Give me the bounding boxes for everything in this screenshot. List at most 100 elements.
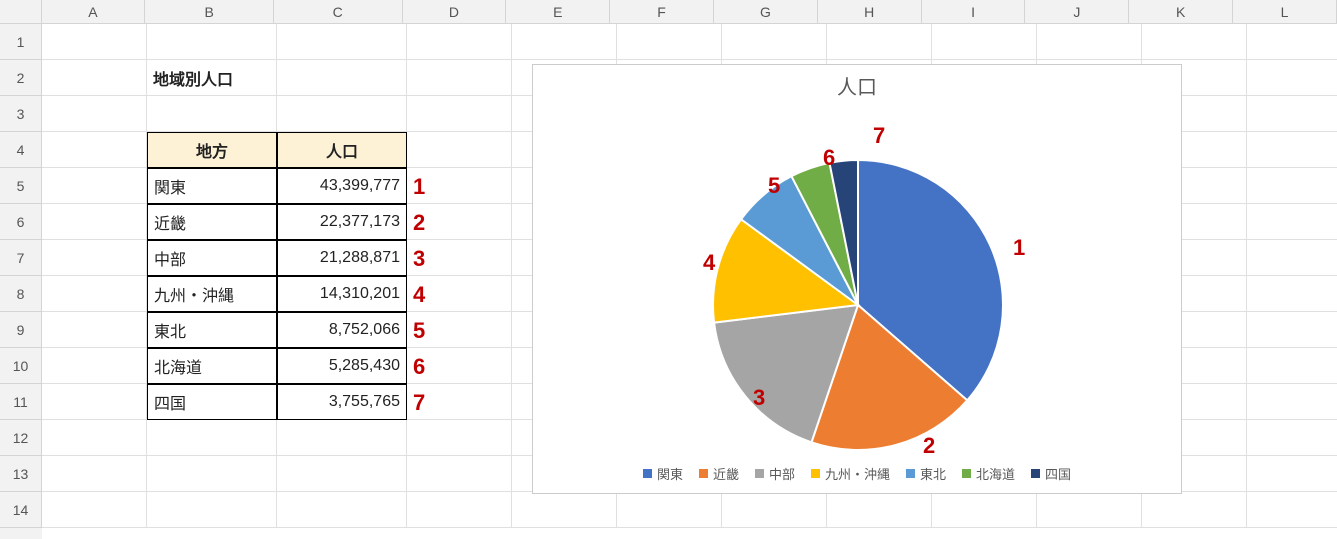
cell-L14[interactable] <box>1247 492 1337 528</box>
table-pop-0[interactable]: 43,399,777 <box>277 168 407 204</box>
pie-chart[interactable] <box>533 95 1183 485</box>
cell-C3[interactable] <box>277 96 407 132</box>
row-header-12[interactable]: 12 <box>0 420 42 456</box>
cell-F14[interactable] <box>617 492 722 528</box>
chart-frame[interactable]: 人口 関東近畿中部九州・沖縄東北北海道四国 1234567 <box>532 64 1182 494</box>
cell-D1[interactable] <box>407 24 512 60</box>
cell-A13[interactable] <box>42 456 147 492</box>
cell-A12[interactable] <box>42 420 147 456</box>
cell-B1[interactable] <box>147 24 277 60</box>
cell-B13[interactable] <box>147 456 277 492</box>
col-header-C[interactable]: C <box>274 0 403 24</box>
cell-A9[interactable] <box>42 312 147 348</box>
col-header-H[interactable]: H <box>818 0 922 24</box>
cell-A14[interactable] <box>42 492 147 528</box>
cell-B14[interactable] <box>147 492 277 528</box>
table-pop-3[interactable]: 14,310,201 <box>277 276 407 312</box>
col-header-I[interactable]: I <box>922 0 1026 24</box>
cell-L4[interactable] <box>1247 132 1337 168</box>
cell-L11[interactable] <box>1247 384 1337 420</box>
cell-C1[interactable] <box>277 24 407 60</box>
table-region-5[interactable]: 北海道 <box>147 348 277 384</box>
cell-K14[interactable] <box>1142 492 1247 528</box>
col-header-J[interactable]: J <box>1025 0 1129 24</box>
row-header-13[interactable]: 13 <box>0 456 42 492</box>
cell-C14[interactable] <box>277 492 407 528</box>
cell-L1[interactable] <box>1247 24 1337 60</box>
cell-L3[interactable] <box>1247 96 1337 132</box>
cell-E1[interactable] <box>512 24 617 60</box>
table-pop-6[interactable]: 3,755,765 <box>277 384 407 420</box>
cell-L10[interactable] <box>1247 348 1337 384</box>
cell-A4[interactable] <box>42 132 147 168</box>
select-all-corner[interactable] <box>0 0 42 24</box>
cell-C13[interactable] <box>277 456 407 492</box>
row-header-7[interactable]: 7 <box>0 240 42 276</box>
cell-C2[interactable] <box>277 60 407 96</box>
cell-C12[interactable] <box>277 420 407 456</box>
cell-A5[interactable] <box>42 168 147 204</box>
row-header-1[interactable]: 1 <box>0 24 42 60</box>
sheet-title[interactable]: 地域別人口 <box>147 60 277 96</box>
row-header-14[interactable]: 14 <box>0 492 42 528</box>
cell-L12[interactable] <box>1247 420 1337 456</box>
table-pop-2[interactable]: 21,288,871 <box>277 240 407 276</box>
col-header-F[interactable]: F <box>610 0 714 24</box>
cell-D13[interactable] <box>407 456 512 492</box>
cell-K1[interactable] <box>1142 24 1247 60</box>
table-region-0[interactable]: 関東 <box>147 168 277 204</box>
col-header-G[interactable]: G <box>714 0 818 24</box>
col-header-D[interactable]: D <box>403 0 507 24</box>
cell-H14[interactable] <box>827 492 932 528</box>
cell-J1[interactable] <box>1037 24 1142 60</box>
table-pop-5[interactable]: 5,285,430 <box>277 348 407 384</box>
cell-D12[interactable] <box>407 420 512 456</box>
table-head-region[interactable]: 地方 <box>147 132 277 168</box>
cell-A11[interactable] <box>42 384 147 420</box>
cell-E14[interactable] <box>512 492 617 528</box>
cell-D2[interactable] <box>407 60 512 96</box>
cell-L5[interactable] <box>1247 168 1337 204</box>
cell-H1[interactable] <box>827 24 932 60</box>
row-header-3[interactable]: 3 <box>0 96 42 132</box>
cell-G14[interactable] <box>722 492 827 528</box>
col-header-L[interactable]: L <box>1233 0 1337 24</box>
cell-D4[interactable] <box>407 132 512 168</box>
cell-L6[interactable] <box>1247 204 1337 240</box>
table-region-1[interactable]: 近畿 <box>147 204 277 240</box>
cell-A1[interactable] <box>42 24 147 60</box>
row-header-2[interactable]: 2 <box>0 60 42 96</box>
cell-L7[interactable] <box>1247 240 1337 276</box>
cell-L2[interactable] <box>1247 60 1337 96</box>
cell-A3[interactable] <box>42 96 147 132</box>
row-header-5[interactable]: 5 <box>0 168 42 204</box>
cell-B3[interactable] <box>147 96 277 132</box>
cell-L8[interactable] <box>1247 276 1337 312</box>
table-pop-4[interactable]: 8,752,066 <box>277 312 407 348</box>
col-header-E[interactable]: E <box>506 0 610 24</box>
table-region-4[interactable]: 東北 <box>147 312 277 348</box>
cell-A10[interactable] <box>42 348 147 384</box>
table-region-3[interactable]: 九州・沖縄 <box>147 276 277 312</box>
cell-L13[interactable] <box>1247 456 1337 492</box>
row-header-4[interactable]: 4 <box>0 132 42 168</box>
cell-A7[interactable] <box>42 240 147 276</box>
cell-J14[interactable] <box>1037 492 1142 528</box>
cell-I14[interactable] <box>932 492 1037 528</box>
cell-D3[interactable] <box>407 96 512 132</box>
row-header-10[interactable]: 10 <box>0 348 42 384</box>
cell-A6[interactable] <box>42 204 147 240</box>
row-header-6[interactable]: 6 <box>0 204 42 240</box>
table-region-6[interactable]: 四国 <box>147 384 277 420</box>
table-head-pop[interactable]: 人口 <box>277 132 407 168</box>
table-region-2[interactable]: 中部 <box>147 240 277 276</box>
col-header-A[interactable]: A <box>42 0 146 24</box>
row-header-11[interactable]: 11 <box>0 384 42 420</box>
cell-I1[interactable] <box>932 24 1037 60</box>
cell-L9[interactable] <box>1247 312 1337 348</box>
cell-A2[interactable] <box>42 60 147 96</box>
cell-F1[interactable] <box>617 24 722 60</box>
row-header-9[interactable]: 9 <box>0 312 42 348</box>
table-pop-1[interactable]: 22,377,173 <box>277 204 407 240</box>
cell-B12[interactable] <box>147 420 277 456</box>
